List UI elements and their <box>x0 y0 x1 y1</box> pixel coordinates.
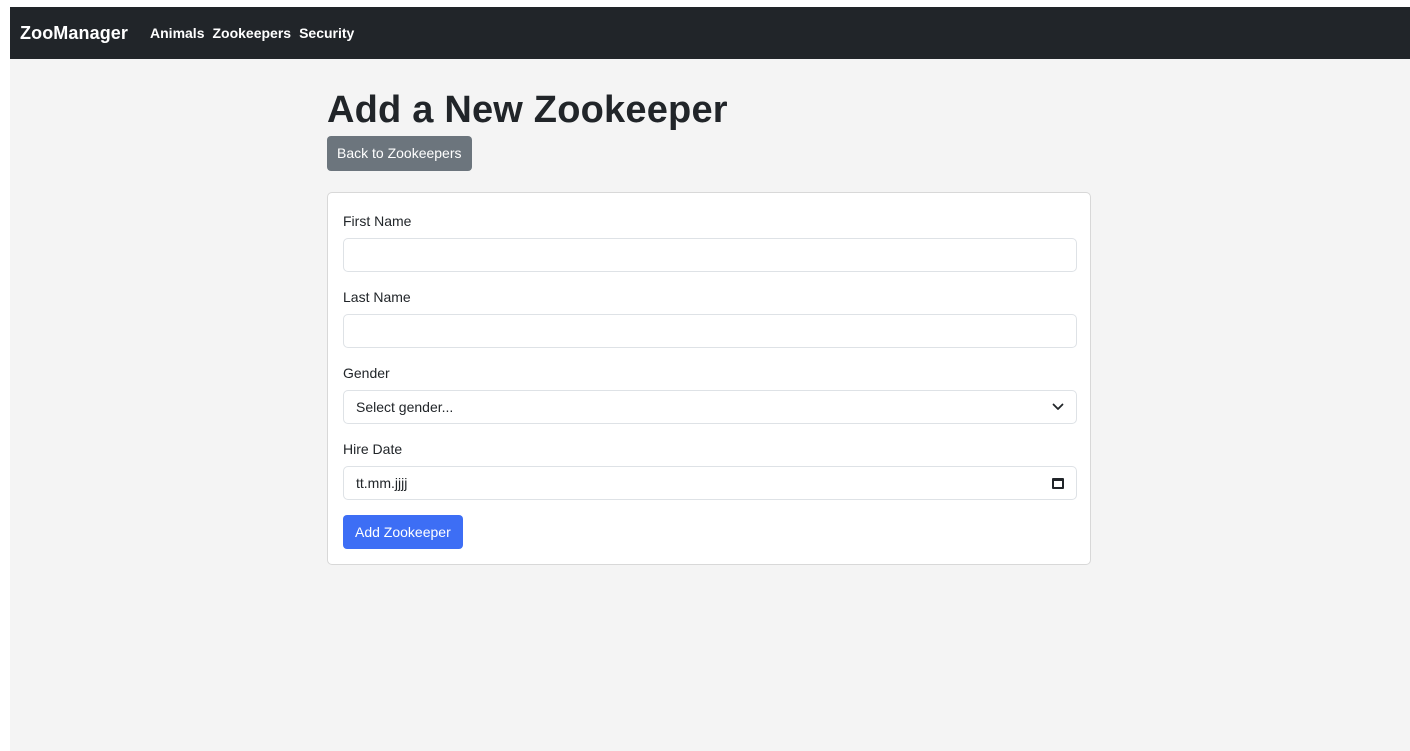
nav-link-security[interactable]: Security <box>299 25 354 41</box>
calendar-icon[interactable] <box>1052 477 1064 489</box>
gender-select[interactable]: Select gender... <box>343 390 1077 424</box>
chevron-down-icon <box>1052 403 1064 410</box>
back-to-zookeepers-button[interactable]: Back to Zookeepers <box>327 136 472 171</box>
gender-label: Gender <box>343 365 390 381</box>
nav-link-zookeepers[interactable]: Zookeepers <box>212 25 291 41</box>
navbar: ZooManager Animals Zookeepers Security <box>10 7 1410 59</box>
nav-link-animals[interactable]: Animals <box>150 25 204 41</box>
page: ZooManager Animals Zookeepers Security A… <box>10 7 1410 751</box>
gender-field: Gender Select gender... <box>343 360 1077 424</box>
add-zookeeper-form: First Name Last Name Gender Select gende… <box>327 192 1091 565</box>
first-name-input[interactable] <box>343 238 1077 272</box>
hire-date-label: Hire Date <box>343 441 403 457</box>
hire-date-field: Hire Date tt.mm.jjjj <box>343 436 1077 500</box>
gender-selected-value: Select gender... <box>356 399 454 415</box>
first-name-field: First Name <box>343 208 1077 272</box>
hire-date-input[interactable]: tt.mm.jjjj <box>343 466 1077 500</box>
main-container: Add a New Zookeeper Back to Zookeepers F… <box>327 59 1091 565</box>
page-title: Add a New Zookeeper <box>327 89 728 131</box>
add-zookeeper-button[interactable]: Add Zookeeper <box>343 515 463 549</box>
first-name-label: First Name <box>343 213 412 229</box>
last-name-input[interactable] <box>343 314 1077 348</box>
last-name-label: Last Name <box>343 289 411 305</box>
last-name-field: Last Name <box>343 284 1077 348</box>
hire-date-placeholder: tt.mm.jjjj <box>356 475 408 491</box>
brand-link[interactable]: ZooManager <box>20 23 128 44</box>
